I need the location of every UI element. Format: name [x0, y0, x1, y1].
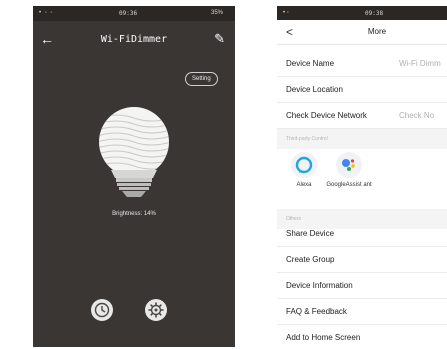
status-bar: • ◦ 09:38 [277, 6, 447, 20]
clock-icon [94, 302, 110, 318]
edit-icon[interactable]: ✎ [214, 31, 225, 47]
share-device-row[interactable]: Share Device [277, 222, 447, 247]
row-label: FAQ & Feedback [286, 307, 347, 316]
bulb-icon[interactable] [89, 104, 179, 204]
status-icons: • ◦ [283, 10, 289, 16]
page-title: More [367, 27, 387, 36]
more-screen: • ◦ 09:38 < More Device Name Wi-Fi Dimm … [277, 6, 447, 347]
status-icons: • ◦ ◦ [39, 10, 54, 16]
section-header: Third-party Control [277, 129, 447, 149]
status-time: 09:38 [365, 10, 384, 17]
app-header: ← Wi-FiDimmer ✎ [33, 21, 235, 61]
google-assistant-icon [336, 152, 362, 178]
nav-bar: < More [277, 20, 447, 45]
section-label: Third-party Control [286, 136, 328, 142]
alexa-icon [291, 152, 317, 178]
gear-icon [148, 302, 164, 318]
battery-level: 35% [210, 10, 223, 16]
row-label: Share Device [286, 229, 335, 238]
tile-label: GoogleAssist ant [326, 182, 372, 188]
dimmer-screen: • ◦ ◦ 09:36 35% ← Wi-FiDimmer ✎ Setting [33, 6, 235, 347]
add-home-screen-row[interactable]: Add to Home Screen [277, 326, 447, 347]
row-label: Device Name [286, 59, 335, 68]
create-group-row[interactable]: Create Group [277, 248, 447, 273]
row-label: Device Information [286, 281, 353, 290]
device-name-row[interactable]: Device Name Wi-Fi Dimm [277, 52, 447, 77]
row-value: Wi-Fi Dimm [399, 59, 441, 68]
device-location-row[interactable]: Device Location [277, 78, 447, 103]
schedule-button[interactable] [91, 299, 113, 321]
status-bar: • ◦ ◦ 09:36 35% [33, 6, 235, 21]
row-label: Create Group [286, 255, 335, 264]
device-information-row[interactable]: Device Information [277, 274, 447, 299]
faq-feedback-row[interactable]: FAQ & Feedback [277, 300, 447, 325]
brightness-readout: Brightness: 14% [112, 211, 156, 217]
status-time: 09:36 [119, 10, 138, 17]
row-label: Device Location [286, 85, 343, 94]
google-assistant-tile[interactable]: GoogleAssist ant [323, 152, 375, 189]
check-network-row[interactable]: Check Device Network Check No [277, 104, 447, 129]
setting-button[interactable]: Setting [185, 72, 218, 86]
page-title: Wi-FiDimmer [100, 34, 168, 45]
settings-button[interactable] [145, 299, 167, 321]
row-label: Check Device Network [286, 111, 367, 120]
row-label: Add to Home Screen [286, 333, 361, 342]
row-value: Check No [399, 111, 435, 120]
